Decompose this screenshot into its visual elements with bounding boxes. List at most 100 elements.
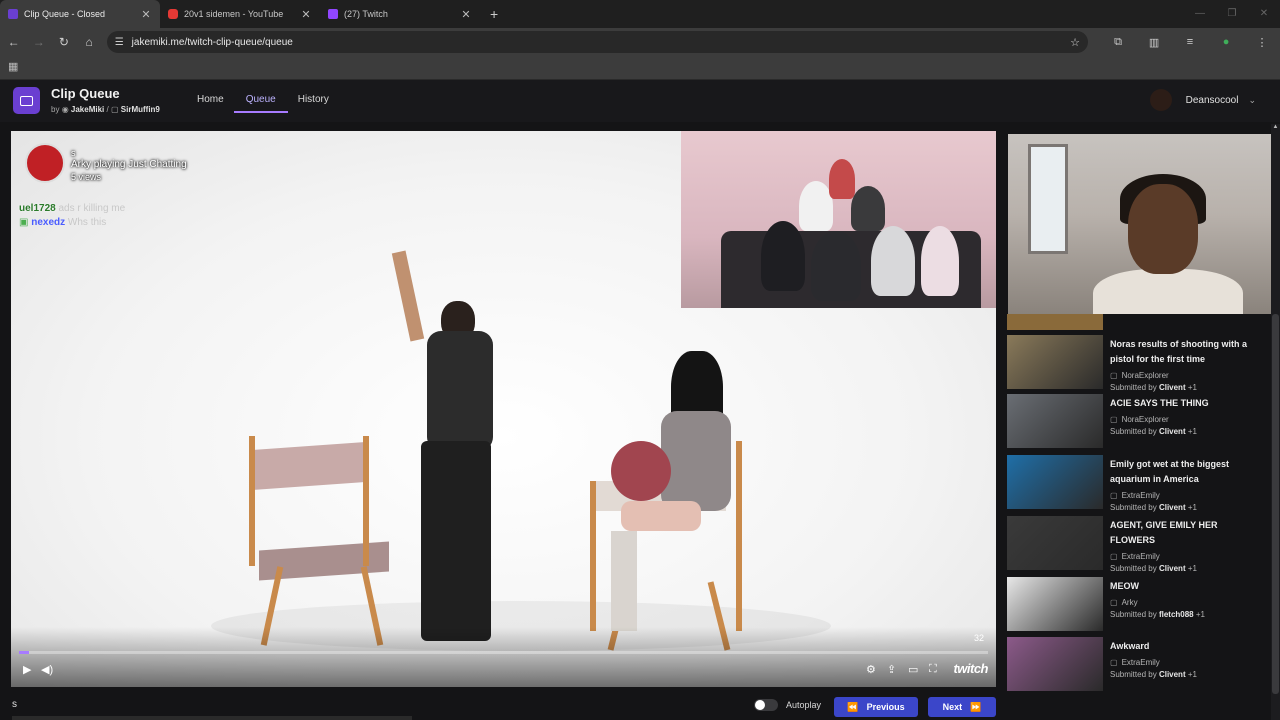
close-tab-icon[interactable]: ✕ [460, 8, 472, 21]
close-tab-icon[interactable]: ✕ [300, 8, 312, 21]
twitch-favicon-icon [328, 9, 338, 19]
browser-tab-twitch[interactable]: (27) Twitch ✕ [320, 0, 480, 28]
forward-icon[interactable]: → [27, 35, 50, 49]
minimize-icon[interactable]: — [1184, 0, 1216, 28]
site-info-icon[interactable]: ☰ [115, 37, 124, 48]
bookmarks-bar: ▦ [0, 56, 1280, 80]
reload-icon[interactable]: ↻ [52, 35, 75, 49]
menu-icon[interactable]: ⋮ [1244, 36, 1280, 49]
cast-icon[interactable]: ▭ [908, 663, 918, 676]
nav-home[interactable]: Home [197, 94, 224, 113]
fullscreen-icon[interactable]: ⛶ [929, 663, 937, 676]
profile-icon[interactable]: ● [1208, 36, 1244, 49]
play-icon[interactable]: ▶ [23, 663, 31, 676]
channel-name: ExtraEmily [1121, 491, 1160, 500]
submitter-name: Clivent [1158, 427, 1186, 436]
queue-item[interactable]: AGENT, GIVE EMILY HER FLOWERS ▢ ExtraEmily… [1007, 516, 1269, 573]
view-count: 5 views [71, 172, 102, 182]
standing-person [391, 250, 501, 651]
address-bar-row: ← → ↻ ⌂ ☰ jakemiki.me/twitch-clip-queue/… [0, 28, 1280, 56]
extensions-icon[interactable]: ⧉ [1100, 36, 1136, 49]
previous-button[interactable]: ⏪ Previous [834, 697, 918, 717]
submitter-extra: +1 [1187, 670, 1197, 679]
sidebar-icon[interactable]: ▥ [1136, 36, 1172, 49]
clip-queue-logo-icon[interactable] [13, 87, 40, 114]
next-label: Next [942, 702, 963, 712]
queue-item-channel: ▢ NoraExplorer [1110, 415, 1169, 424]
browser-tab-clip-queue[interactable]: Clip Queue - Closed ✕ [0, 0, 160, 28]
status-strip [12, 716, 412, 720]
home-icon[interactable]: ⌂ [78, 35, 101, 49]
autoplay-toggle[interactable] [754, 699, 778, 711]
byline: by ◉ JakeMiki / ▢ SirMuffin9 [51, 105, 160, 114]
clip-thumbnail[interactable] [1007, 577, 1103, 631]
channel-chat-icon: ▢ [1110, 598, 1118, 607]
close-window-icon[interactable]: ✕ [1248, 0, 1280, 28]
seated-person [581, 351, 741, 651]
submitter-name: fletch088 [1158, 610, 1194, 619]
clip-thumbnail[interactable] [1007, 516, 1103, 570]
chat-username: nexedz [31, 217, 66, 228]
nav-queue[interactable]: Queue [233, 94, 288, 113]
reading-list-icon[interactable]: ≡ [1172, 36, 1208, 49]
author-link-sirmuffin9[interactable]: SirMuffin9 [121, 105, 160, 114]
chat-text: ads r killing me [58, 203, 126, 214]
chat-username: uel1728 [19, 203, 56, 214]
url-text[interactable]: jakemiki.me/twitch-clip-queue/queue [132, 37, 1070, 48]
apps-grid-icon[interactable]: ▦ [8, 60, 18, 73]
channel-name: NoraExplorer [1121, 415, 1169, 424]
clip-thumbnail[interactable] [1007, 394, 1103, 448]
chat-text: Whs this [67, 217, 107, 228]
clip-thumbnail[interactable] [1007, 455, 1103, 509]
channel-name: Arky [1121, 598, 1138, 607]
queue-item[interactable]: Awkward ▢ ExtraEmily Submitted by Clivent +… [1007, 637, 1269, 693]
submitted-by-text: Submitted by [1110, 503, 1157, 512]
playing-text: playing [93, 159, 126, 170]
scroll-up-icon[interactable]: ▲ [1271, 124, 1280, 130]
queue-item[interactable]: Emily got wet at the biggest aquarium in… [1007, 455, 1269, 512]
picture-in-picture-video [681, 131, 996, 308]
queue-item-submitter: Submitted by fletch088 +1 [1110, 610, 1205, 619]
maximize-icon[interactable]: ❐ [1216, 0, 1248, 28]
clip-thumbnail[interactable] [1007, 335, 1103, 389]
clip-info: s Arky playing Just Chatting 5 views [71, 147, 187, 183]
back-icon[interactable]: ← [2, 35, 25, 49]
channel-chat-icon: ▢ [1110, 415, 1118, 424]
channel-name: NoraExplorer [1121, 371, 1169, 380]
url-bar[interactable]: ☰ jakemiki.me/twitch-clip-queue/queue ☆ [106, 31, 1089, 53]
tab-title: (27) Twitch [344, 9, 388, 19]
volume-icon[interactable]: ◀) [41, 663, 53, 676]
submitted-by-text: Submitted by [1110, 564, 1157, 573]
share-icon[interactable]: ⇪ [887, 663, 896, 676]
partial-thumbnail [1007, 314, 1103, 330]
next-button[interactable]: Next ⏩ [928, 697, 996, 717]
queue-item-submitter: Submitted by Clivent +1 [1110, 503, 1197, 512]
browser-tab-youtube[interactable]: 20v1 sidemen - YouTube ✕ [160, 0, 320, 28]
scrollbar-thumb[interactable] [1272, 314, 1279, 694]
queue-item[interactable]: ACIE SAYS THE THING ▢ NoraExplorer Submitte… [1007, 394, 1269, 450]
settings-gear-icon[interactable]: ⚙ [866, 663, 876, 676]
twitch-logo[interactable]: twitch [953, 661, 988, 676]
nav-history[interactable]: History [298, 94, 329, 113]
left-chair [239, 436, 399, 646]
queue-item[interactable]: MEOW ▢ Arky Submitted by fletch088 +1 [1007, 577, 1269, 633]
clip-thumbnail[interactable] [1007, 637, 1103, 691]
queue-item-submitter: Submitted by Clivent +1 [1110, 670, 1197, 679]
seek-bar[interactable] [19, 651, 988, 654]
user-menu[interactable]: Deansocool ⌄ [1149, 89, 1256, 111]
author-link-jakemiki[interactable]: JakeMiki [71, 105, 104, 114]
close-tab-icon[interactable]: ✕ [140, 8, 152, 21]
queue-item-title: Awkward [1110, 641, 1150, 651]
submitter-extra: +1 [1187, 564, 1197, 573]
new-tab-button[interactable]: + [490, 6, 498, 22]
avatar [1149, 89, 1172, 111]
clip-title: s [71, 148, 76, 158]
video-player[interactable]: uel1728 ads r killing me ▣ nexedz Whs th… [11, 131, 996, 687]
window-controls: — ❐ ✕ [1184, 0, 1280, 28]
queue-item-title: MEOW [1110, 581, 1139, 591]
scrollbar[interactable]: ▲ [1271, 124, 1280, 720]
bookmark-star-icon[interactable]: ☆ [1070, 36, 1080, 49]
queue-item-submitter: Submitted by Clivent +1 [1110, 564, 1197, 573]
game-name: Just Chatting [128, 159, 187, 170]
queue-item[interactable]: Noras results of shooting with a pistol … [1007, 335, 1269, 392]
